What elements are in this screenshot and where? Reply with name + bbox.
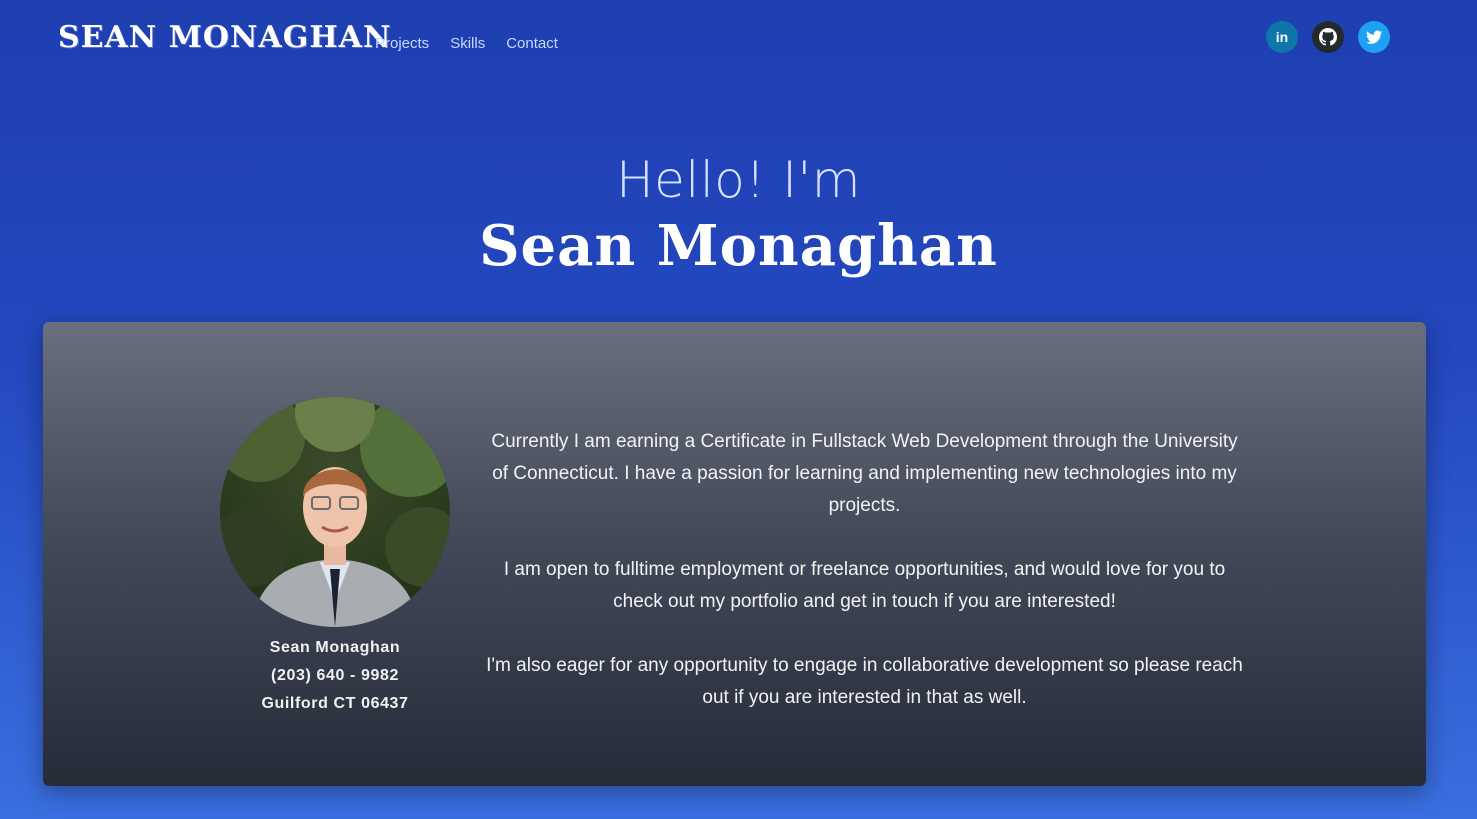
hero-greeting: Hello! I'm — [616, 151, 861, 209]
about-text: Currently I am earning a Certificate in … — [483, 426, 1246, 714]
social-links: in — [1266, 21, 1390, 53]
hero: Hello! I'm Sean Monaghan — [0, 148, 1477, 282]
twitter-icon[interactable] — [1358, 21, 1390, 53]
about-paragraph: I am open to fulltime employment or free… — [503, 559, 1226, 612]
nav-link-contact[interactable]: Contact — [506, 35, 558, 52]
github-icon[interactable] — [1312, 21, 1344, 53]
profile-phone: (203) 640 - 9982 — [271, 667, 399, 684]
navbar: SEAN MONAGHAN Projects Skills Contact in — [0, 0, 1477, 80]
nav-link-skills[interactable]: Skills — [450, 35, 485, 52]
profile-portrait-illustration — [220, 397, 450, 627]
linkedin-icon[interactable]: in — [1266, 21, 1298, 53]
profile-location: Guilford CT 06437 — [261, 695, 409, 712]
profile-info: Sean Monaghan (203) 640 - 9982 Guilford … — [215, 634, 455, 718]
hero-name: Sean Monaghan — [479, 213, 998, 279]
nav-link-projects[interactable]: Projects — [375, 35, 429, 52]
profile-name: Sean Monaghan — [269, 639, 401, 656]
github-logo-glyph — [1319, 28, 1337, 46]
brand-logo[interactable]: SEAN MONAGHAN — [58, 20, 391, 55]
about-paragraph: I'm also eager for any opportunity to en… — [486, 655, 1243, 708]
profile-photo — [220, 397, 450, 627]
nav-links: Projects Skills Contact — [375, 35, 558, 52]
about-paragraph: Currently I am earning a Certificate in … — [491, 431, 1238, 516]
about-card: Sean Monaghan (203) 640 - 9982 Guilford … — [43, 322, 1426, 786]
twitter-bird-glyph — [1365, 30, 1382, 44]
